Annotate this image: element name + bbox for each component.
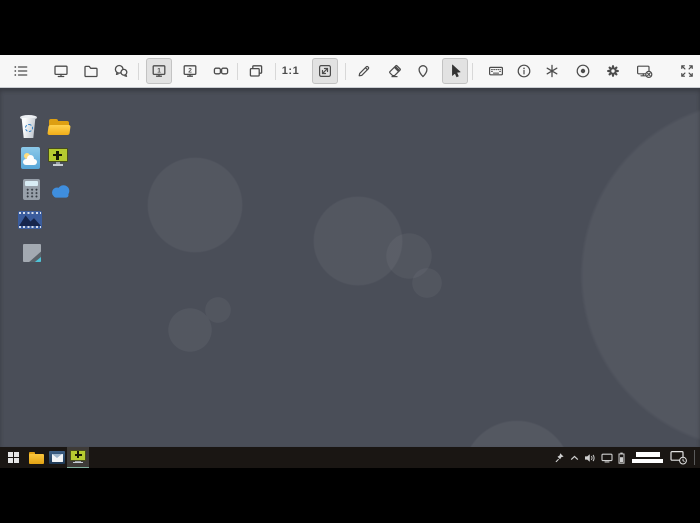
movies-app-icon [18, 211, 42, 229]
info-icon [516, 63, 532, 79]
settings-button[interactable] [600, 58, 626, 84]
start-button[interactable] [0, 447, 26, 468]
desktop-icon-movies[interactable] [18, 211, 42, 229]
tools-button[interactable] [539, 58, 565, 84]
pencil-button[interactable] [351, 58, 377, 84]
taskbar-mail[interactable] [47, 447, 67, 468]
desktop-icon-recycle-bin[interactable] [18, 114, 40, 140]
chevron-up-icon[interactable] [570, 455, 579, 461]
monitor-1-icon: 1 [151, 63, 167, 79]
actual-size-button[interactable]: 1:1 [279, 58, 302, 84]
notes-app-icon [23, 244, 41, 262]
file-explorer-icon [29, 452, 44, 464]
eraser-button[interactable] [382, 58, 408, 84]
disconnect-monitor-icon [636, 63, 653, 79]
letterbox-bottom [0, 468, 700, 523]
tools-asterisk-icon [544, 63, 560, 79]
svg-text:2: 2 [188, 68, 192, 75]
taskbar-screen-plus-active[interactable] [67, 447, 89, 468]
remote-screen-button[interactable] [48, 58, 74, 84]
desktop-icon-notes[interactable] [23, 244, 41, 262]
file-transfer-button[interactable] [78, 58, 104, 84]
remote-desktop-wallpaper [0, 88, 700, 447]
dual-monitor-icon [213, 63, 229, 79]
windows-logo-icon [8, 452, 19, 463]
screen-plus-icon [70, 450, 86, 465]
taskbar-file-explorer[interactable] [26, 447, 47, 468]
toolbar-separator [138, 63, 139, 80]
monitor-1-button[interactable]: 1 [146, 58, 172, 84]
weather-app-icon [21, 147, 40, 169]
mail-icon [49, 451, 65, 464]
pin-icon[interactable] [555, 452, 565, 463]
desktop-icon-weather[interactable] [21, 147, 40, 169]
eraser-icon [387, 63, 403, 79]
calculator-screen [25, 181, 38, 186]
location-pin-icon [415, 63, 431, 79]
system-tray [555, 447, 695, 468]
chat-button[interactable] [108, 58, 134, 84]
desktop-icon-calculator[interactable] [23, 179, 40, 200]
cloud-icon [23, 159, 37, 165]
fit-scale-icon [317, 63, 333, 79]
monitor-2-icon: 2 [182, 63, 198, 79]
show-desktop-edge[interactable] [694, 450, 695, 465]
film-perforations [19, 212, 41, 214]
laser-pointer-button[interactable] [410, 58, 436, 84]
toolbar: 1 2 1:1 [0, 55, 700, 88]
keyboard-button[interactable] [483, 58, 509, 84]
calculator-keys [25, 188, 38, 198]
remote-session-tray-icon[interactable] [670, 450, 687, 465]
menu-button[interactable] [8, 58, 34, 84]
battery-icon[interactable] [618, 452, 625, 464]
gear-icon [605, 63, 621, 79]
cursor-arrow-icon [447, 63, 463, 79]
monitor-icon [53, 63, 69, 79]
keyboard-icon [488, 63, 504, 79]
folder-icon [83, 63, 99, 79]
desktop-icon-screen-plus[interactable] [48, 148, 68, 166]
date-bar [632, 459, 663, 464]
toolbar-separator [472, 63, 473, 80]
fit-scale-button[interactable] [312, 58, 338, 84]
volume-icon[interactable] [584, 453, 596, 463]
toolbar-separator [237, 63, 238, 80]
windows-stack-button[interactable] [243, 58, 269, 84]
desktop-icon-onedrive[interactable] [50, 184, 72, 198]
clock-redacted[interactable] [632, 452, 663, 463]
display-tray-icon[interactable] [601, 453, 613, 463]
toolbar-separator [275, 63, 276, 80]
taskbar [0, 447, 700, 468]
time-bar [636, 452, 660, 457]
onedrive-cloud-icon [50, 184, 72, 198]
menu-list-icon [13, 63, 29, 79]
disconnect-button[interactable] [631, 58, 657, 84]
notes-fold-corner [23, 244, 41, 262]
letterbox-top [0, 0, 700, 55]
pencil-icon [356, 63, 372, 79]
mountain-icon [19, 214, 41, 226]
svg-text:1: 1 [157, 68, 161, 75]
chat-icon [113, 63, 129, 79]
fullscreen-arrows-icon [679, 63, 695, 79]
info-button[interactable] [511, 58, 537, 84]
dual-monitor-button[interactable] [208, 58, 234, 84]
toolbar-separator [345, 63, 346, 80]
windows-stack-icon [248, 63, 264, 79]
fullscreen-button[interactable] [674, 58, 700, 84]
remote-viewer-window: 1 2 1:1 [0, 0, 700, 523]
folder-icon [47, 125, 70, 135]
record-icon [575, 63, 591, 79]
desktop-icon-folder[interactable] [47, 117, 73, 137]
recycle-symbol [25, 124, 33, 132]
monitor-2-button[interactable]: 2 [177, 58, 203, 84]
cursor-button[interactable] [442, 58, 468, 84]
record-button[interactable] [570, 58, 596, 84]
